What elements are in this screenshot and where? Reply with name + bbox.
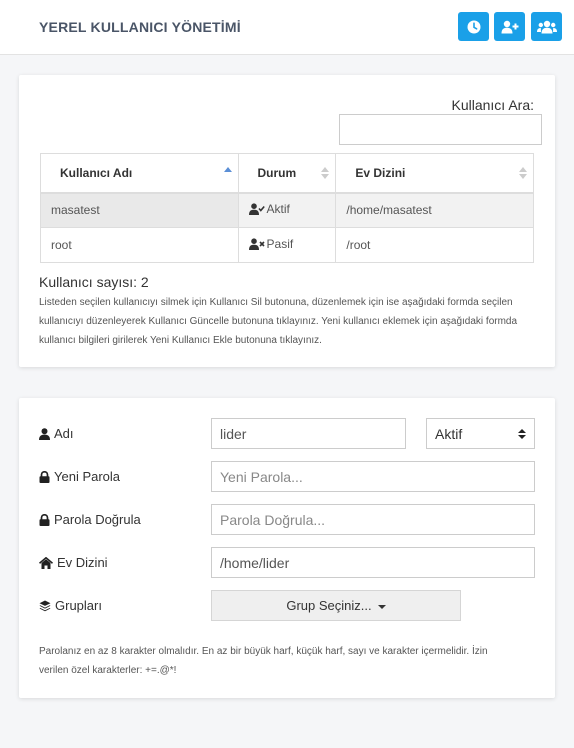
user-times-icon [248,238,265,250]
confirm-password-input[interactable]: Parola Doğrula... [211,504,535,535]
group-users-button[interactable] [531,12,562,41]
home-dir-input[interactable]: /home/lider [211,547,535,578]
search-label: Kullanıcı Ara: [451,97,535,113]
select-groups-label: Grup Seçiniz... [286,598,372,613]
groups-label-text: Grupları [55,598,102,613]
select-arrows-icon [518,428,526,439]
new-password-label: Yeni Parola [39,469,120,484]
user-count: Kullanıcı sayısı: 2 [39,274,149,290]
users-table: Kullanıcı Adı Durum Ev Dizini masatest A… [40,153,534,263]
status-text: Aktif [266,202,290,217]
status-cell: Aktif [237,192,337,228]
add-user-icon [501,20,518,33]
confirm-password-label: Parola Doğrula [39,512,141,527]
user-list-panel: Kullanıcı Ara: Kullanıcı Adı Durum Ev Di… [19,75,555,367]
home-dir-cell: /home/masatest [335,192,534,228]
table-row[interactable]: root Pasif /root [40,227,534,263]
sort-asc-icon [223,167,232,172]
users-icon [536,20,557,33]
name-label-text: Adı [54,426,74,441]
list-help-text: Listeden seçilen kullanıcıyı silmek için… [39,297,518,346]
layers-icon [39,600,51,611]
new-password-label-text: Yeni Parola [54,469,121,484]
username-cell: root [40,227,239,263]
sort-both-icon [321,167,330,179]
sort-both-icon [519,167,527,179]
history-button[interactable] [458,12,489,41]
table-row[interactable]: masatest Aktif /home/masatest [40,192,534,228]
confirm-password-label-text: Parola Doğrula [54,512,141,527]
user-form-panel: Adı lider Aktif Yeni Parola Yeni Parola.… [19,398,555,698]
caret-down-icon [377,604,386,609]
status-select-value: Aktif [435,425,463,442]
password-help-text: Parolanız en az 8 karakter olmalıdır. En… [39,646,488,676]
lock-icon [39,470,50,483]
search-input[interactable] [339,114,542,145]
column-header-label: Ev Dizini [355,165,406,180]
column-header-home-dir[interactable]: Ev Dizini [335,153,534,194]
user-check-icon [248,203,265,216]
user-icon [39,427,50,440]
status-select[interactable]: Aktif [426,418,535,449]
column-header-username[interactable]: Kullanıcı Adı [40,153,239,194]
username-cell: masatest [40,192,239,228]
page-title: YEREL KULLANICI YÖNETİMİ [39,19,241,35]
home-dir-cell: /root [335,227,534,263]
name-input[interactable]: lider [211,418,406,449]
groups-label: Grupları [39,598,102,613]
home-icon [39,556,53,569]
select-groups-button[interactable]: Grup Seçiniz... [211,590,461,621]
new-password-input[interactable]: Yeni Parola... [211,461,535,492]
column-header-label: Kullanıcı Adı [60,165,133,180]
status-cell: Pasif [237,227,337,263]
name-label: Adı [39,426,74,441]
home-dir-label: Ev Dizini [39,555,108,570]
top-bar: YEREL KULLANICI YÖNETİMİ [0,0,574,55]
home-dir-label-text: Ev Dizini [57,555,108,570]
status-text: Pasif [266,237,294,251]
lock-icon [39,513,50,526]
clock-icon [467,20,480,33]
column-header-label: Durum [257,165,297,180]
add-user-button[interactable] [494,12,525,41]
column-header-status[interactable]: Durum [237,153,337,194]
